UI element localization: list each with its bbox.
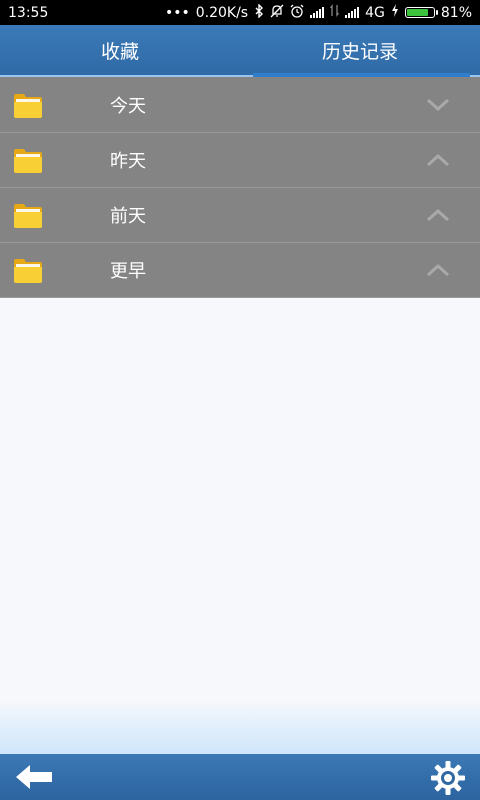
signal-icon-2 (345, 7, 360, 18)
status-dots: ••• (164, 4, 190, 21)
history-group-list: 今天 昨天 前天 更早 (0, 77, 480, 298)
tab-favorites-label: 收藏 (100, 40, 139, 63)
history-group-label: 前天 (110, 206, 146, 227)
history-group-day-before[interactable]: 前天 (0, 188, 480, 243)
bluetooth-icon (254, 2, 264, 22)
folder-icon (14, 259, 42, 283)
folder-icon (14, 204, 42, 228)
folder-icon (14, 93, 42, 118)
battery-icon (404, 7, 438, 18)
battery-percent: 81% (440, 4, 472, 21)
history-group-label: 更早 (110, 261, 146, 282)
tab-favorites[interactable]: 收藏 (0, 25, 240, 75)
history-group-today[interactable]: 今天 (0, 77, 480, 133)
status-time: 13:55 (8, 4, 49, 21)
alarm-icon (290, 4, 304, 22)
folder-icon (14, 149, 42, 173)
back-arrow-icon[interactable] (14, 762, 54, 792)
chevron-up-icon[interactable] (426, 153, 450, 167)
tab-bar: 收藏 历史记录 (0, 25, 480, 77)
chevron-down-icon[interactable] (426, 98, 450, 112)
bottom-glow (0, 700, 480, 754)
data-transfer-icon (330, 4, 340, 21)
gear-icon[interactable] (430, 760, 466, 796)
history-group-earlier[interactable]: 更早 (0, 243, 480, 298)
tab-history-label: 历史记录 (321, 40, 398, 63)
network-speed: 0.20K/s (195, 4, 249, 21)
history-group-label: 昨天 (110, 151, 146, 172)
network-type: 4G (365, 4, 385, 21)
mute-bell-icon (270, 4, 284, 22)
tab-history[interactable]: 历史记录 (240, 25, 480, 77)
history-group-label: 今天 (110, 95, 146, 117)
status-icons: ••• 0.20K/s 4G 81% (164, 2, 472, 22)
history-group-yesterday[interactable]: 昨天 (0, 133, 480, 188)
chevron-up-icon[interactable] (426, 263, 450, 277)
charging-icon (391, 4, 399, 21)
signal-icon (310, 7, 325, 18)
chevron-up-icon[interactable] (426, 208, 450, 222)
status-bar: 13:55 ••• 0.20K/s 4G 81% (0, 0, 480, 25)
bottom-toolbar (0, 754, 480, 800)
